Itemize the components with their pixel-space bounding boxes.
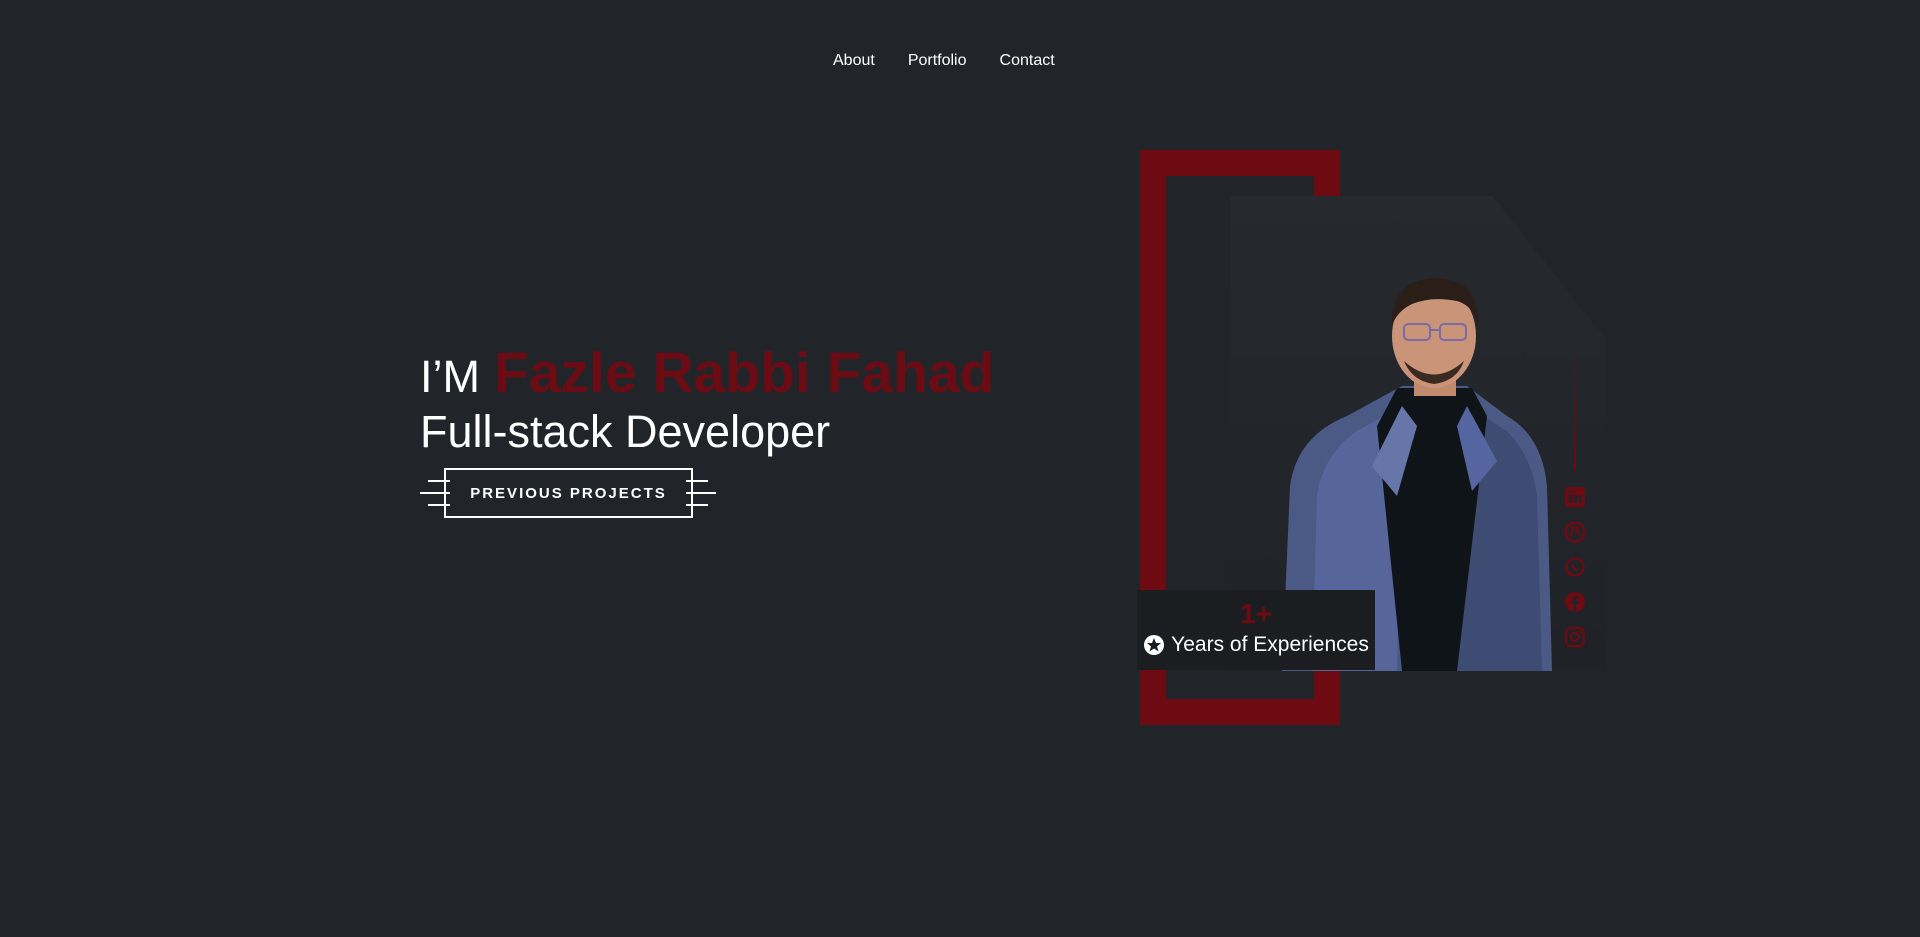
nav-link-contact[interactable]: Contact xyxy=(1000,52,1055,70)
experience-label: Years of Experiences xyxy=(1171,633,1369,656)
nav-link-about[interactable]: About xyxy=(833,52,875,70)
social-links xyxy=(1563,485,1589,649)
button-deco-right xyxy=(686,478,716,508)
hero-role: Full-stack Developer xyxy=(420,406,831,457)
linkedin-icon[interactable] xyxy=(1563,485,1587,509)
hero-heading: I’M Fazle Rabbi Fahad xyxy=(420,345,994,402)
whatsapp-icon[interactable] xyxy=(1563,555,1587,579)
hero-text: I’M Fazle Rabbi Fahad Full-stack Develop… xyxy=(420,345,994,457)
previous-projects-button[interactable]: PREVIOUS PROJECTS xyxy=(444,468,693,518)
github-icon[interactable] xyxy=(1563,520,1587,544)
previous-projects-button-wrap: PREVIOUS PROJECTS xyxy=(420,468,716,518)
hero-name: Fazle Rabbi Fahad xyxy=(494,341,995,405)
hero-prefix: I’M xyxy=(420,351,480,402)
experience-badge: 1+ Years of Experiences xyxy=(1137,590,1375,670)
social-divider xyxy=(1574,345,1576,470)
nav-link-portfolio[interactable]: Portfolio xyxy=(908,52,967,70)
experience-count: 1+ xyxy=(1240,598,1272,629)
main-nav: About Portfolio Contact xyxy=(833,52,1055,70)
instagram-icon[interactable] xyxy=(1563,625,1587,649)
experience-label-row: Years of Experiences xyxy=(1137,633,1375,657)
star-badge-icon xyxy=(1144,635,1165,655)
facebook-icon[interactable] xyxy=(1563,590,1587,614)
